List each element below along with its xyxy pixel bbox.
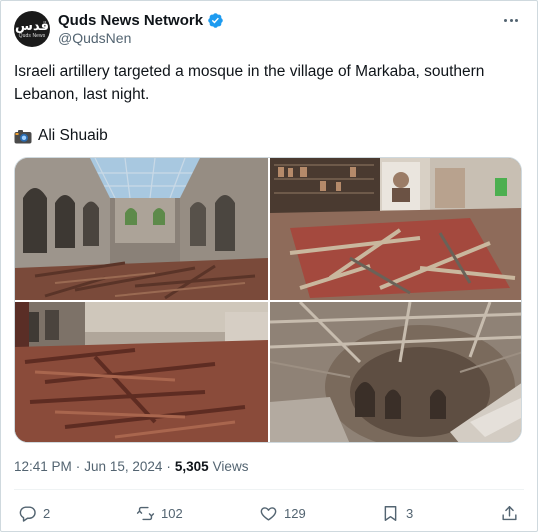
reply-count: 2	[43, 505, 51, 521]
photo-mosque-library-debris[interactable]	[270, 158, 521, 300]
share-icon	[502, 505, 517, 520]
share-button[interactable]	[500, 501, 519, 525]
retweet-button[interactable]: 102	[136, 501, 183, 525]
photo-mosque-dome-destroyed[interactable]	[270, 302, 521, 442]
bookmark-icon	[384, 505, 397, 521]
photo-mosque-interior-roof-collapsed[interactable]	[15, 158, 268, 300]
media-grid	[14, 157, 522, 443]
reply-button[interactable]: 2	[18, 501, 50, 525]
bookmark-button[interactable]: 3	[381, 501, 413, 525]
views-label: Views	[212, 459, 249, 474]
meta-separator: ·	[166, 459, 171, 474]
bookmark-count: 3	[406, 505, 414, 521]
action-bar: 2 102 129 3	[14, 501, 524, 525]
tweet-time[interactable]: 12:41 PM	[14, 459, 72, 474]
camera-icon	[14, 129, 32, 144]
photo-credit: Ali Shuaib	[14, 125, 108, 147]
display-name[interactable]: Quds News Network	[58, 12, 203, 29]
retweet-count: 102	[161, 505, 183, 521]
views-count: 5,305	[174, 459, 209, 474]
avatar[interactable]: قدس Quds News	[14, 11, 50, 47]
tweet-meta: 12:41 PM · Jun 15, 2024 · 5,305 Views	[14, 459, 248, 474]
photo-mosque-hall-rubble[interactable]	[15, 302, 268, 442]
tweet-text: Israeli artillery targeted a mosque in t…	[14, 63, 485, 103]
avatar-logo-text: قدس	[15, 18, 49, 34]
reply-icon	[19, 505, 36, 522]
author-name-row: Quds News Network	[58, 11, 224, 29]
tweet-date[interactable]: Jun 15, 2024	[84, 459, 162, 474]
meta-separator: ·	[75, 459, 81, 474]
like-count: 129	[284, 505, 306, 521]
divider	[14, 489, 524, 490]
author-handle[interactable]: @QudsNen	[58, 30, 131, 46]
more-options-icon[interactable]	[501, 13, 521, 27]
avatar-logo-subtext: Quds News	[18, 32, 46, 39]
like-button[interactable]: 129	[259, 501, 306, 525]
photo-credit-name: Ali Shuaib	[38, 127, 108, 144]
tweet-card: قدس Quds News Quds News Network @QudsNen…	[0, 0, 538, 532]
retweet-icon	[136, 506, 155, 520]
verified-badge-icon	[207, 12, 224, 29]
heart-icon	[260, 506, 277, 521]
